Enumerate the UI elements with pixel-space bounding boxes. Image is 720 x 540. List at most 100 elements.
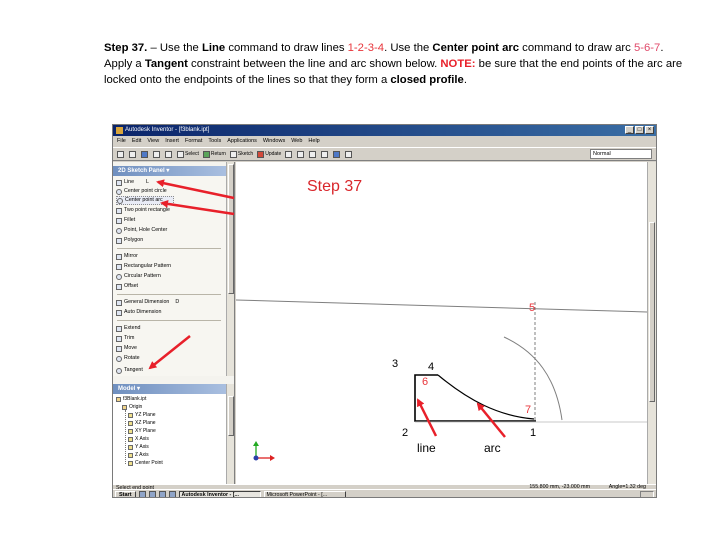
- color-icon: [345, 150, 353, 158]
- tree-item-xz-plane[interactable]: XZ Plane: [128, 420, 156, 427]
- start-button[interactable]: Start: [115, 490, 136, 497]
- menu-windows[interactable]: Windows: [263, 136, 285, 147]
- sketch-tool-auto-dimension[interactable]: Auto Dimension: [116, 308, 161, 317]
- look-at-button[interactable]: [320, 149, 330, 159]
- sketch-panel-title: 2D Sketch Panel: [118, 168, 165, 174]
- sketch-canvas[interactable]: Step 37 5 3 4 6 7 2 1 line arc: [236, 162, 647, 484]
- arc-icon: [117, 197, 123, 204]
- menu-file[interactable]: File: [117, 136, 126, 147]
- redo-button[interactable]: [164, 149, 174, 159]
- color-button[interactable]: [344, 149, 354, 159]
- scroll-thumb[interactable]: [649, 222, 655, 402]
- center-point-icon: [128, 461, 133, 466]
- tool-label: Tangent: [124, 367, 143, 373]
- panel-separator: [117, 320, 221, 321]
- point-2-label: 2: [402, 427, 409, 439]
- sketch-tool-offset[interactable]: Offset: [116, 282, 138, 291]
- menu-edit[interactable]: Edit: [132, 136, 141, 147]
- quicklaunch-icon[interactable]: [158, 491, 166, 497]
- update-icon: [257, 150, 265, 158]
- sketch-tool-extend[interactable]: Extend: [116, 324, 141, 333]
- tree-item-yz-plane[interactable]: YZ Plane: [128, 412, 156, 419]
- sketch-tool-circle[interactable]: Center point circle: [116, 187, 167, 196]
- menu-help[interactable]: Help: [308, 136, 319, 147]
- model-panel-header[interactable]: Model ▾: [113, 384, 226, 394]
- tree-item-x-axis[interactable]: X Axis: [128, 436, 149, 443]
- point-1-label: 1: [530, 427, 537, 439]
- fillet-icon: [116, 217, 122, 224]
- panel-separator: [117, 248, 221, 249]
- tree-item-center-point[interactable]: Center Point: [128, 460, 163, 467]
- menu-format[interactable]: Format: [185, 136, 202, 147]
- model-panel-scrollbar[interactable]: [226, 384, 234, 484]
- circ-pattern-icon: [116, 273, 122, 280]
- plane-icon: [128, 421, 133, 426]
- sketch-button[interactable]: Sketch: [229, 149, 254, 159]
- undo-button[interactable]: [152, 149, 162, 159]
- select-label: Select: [185, 151, 199, 157]
- sketch-tool-rectangle[interactable]: Two point rectangle: [116, 206, 170, 215]
- open-file-button[interactable]: [128, 149, 138, 159]
- save-button[interactable]: [140, 149, 150, 159]
- sketch-tool-tangent[interactable]: Tangent: [116, 366, 143, 375]
- tree-label: Z Axis: [135, 452, 149, 458]
- mirror-icon: [116, 253, 122, 260]
- menu-bar: File Edit View Insert Format Tools Appli…: [113, 136, 656, 147]
- sketch-tool-rect-pattern[interactable]: Rectangular Pattern: [116, 262, 171, 271]
- sketch-tool-rotate[interactable]: Rotate: [116, 354, 140, 363]
- pan-button[interactable]: [296, 149, 306, 159]
- browser-pane: 2D Sketch Panel ▾ Line L Center point cir…: [113, 162, 235, 484]
- sketch-tool-trim[interactable]: Trim: [116, 334, 134, 343]
- scroll-thumb[interactable]: [228, 396, 234, 436]
- return-button[interactable]: Return: [202, 149, 227, 159]
- style-dropdown[interactable]: Normal: [590, 149, 652, 159]
- quicklaunch-icon[interactable]: [168, 491, 176, 497]
- update-button[interactable]: Update: [256, 149, 282, 159]
- sketch-tool-move[interactable]: Move: [116, 344, 137, 353]
- sketch-tool-polygon[interactable]: Polygon: [116, 236, 143, 245]
- sketch-panel-header[interactable]: 2D Sketch Panel ▾: [113, 166, 226, 176]
- sketch-tool-circ-pattern[interactable]: Circular Pattern: [116, 272, 161, 281]
- point-icon: [116, 227, 122, 234]
- instruction-fragment: – Use the: [147, 42, 202, 54]
- tool-label: Auto Dimension: [124, 309, 162, 315]
- tree-item-part[interactable]: f3Blank.ipt: [116, 396, 146, 403]
- sketch-tool-fillet[interactable]: Fillet: [116, 216, 135, 225]
- taskbar-inventor[interactable]: Autodesk Inventor - [...: [178, 490, 261, 497]
- tool-label: Move: [124, 345, 137, 351]
- tree-label: Origin: [129, 404, 143, 410]
- sketch-tool-dimension[interactable]: General Dimension D: [116, 298, 179, 307]
- system-tray: [640, 491, 654, 497]
- sketch-panel-scrollbar[interactable]: [226, 162, 234, 376]
- tree-item-xy-plane[interactable]: XY Plane: [128, 428, 156, 435]
- close-button[interactable]: ×: [645, 126, 654, 134]
- sketch-tool-point[interactable]: Point, Hole Center: [116, 226, 167, 235]
- maximize-button[interactable]: □: [635, 126, 644, 134]
- menu-web[interactable]: Web: [291, 136, 302, 147]
- new-file-button[interactable]: [116, 149, 126, 159]
- quicklaunch-icon[interactable]: [138, 491, 146, 497]
- minimize-button[interactable]: _: [625, 126, 634, 134]
- taskbar-powerpoint[interactable]: Microsoft PowerPoint - [...: [263, 490, 346, 497]
- sketch-tool-center-arc[interactable]: Center point arc: [116, 196, 174, 205]
- point-6-label: 6: [422, 376, 429, 388]
- scroll-thumb[interactable]: [228, 164, 234, 294]
- style-value: Normal: [593, 151, 611, 157]
- closed-profile-term: closed profile: [390, 74, 464, 86]
- menu-view[interactable]: View: [147, 136, 159, 147]
- menu-tools[interactable]: Tools: [208, 136, 221, 147]
- canvas-vertical-scrollbar[interactable]: [647, 162, 656, 484]
- select-button[interactable]: Select: [176, 149, 200, 159]
- menu-applications[interactable]: Applications: [227, 136, 257, 147]
- quicklaunch-icon[interactable]: [148, 491, 156, 497]
- tree-item-y-axis[interactable]: Y Axis: [128, 444, 149, 451]
- zoom-button[interactable]: [284, 149, 294, 159]
- rect-pattern-icon: [116, 263, 122, 270]
- sketch-tool-line[interactable]: Line L: [116, 178, 149, 187]
- shortcut-key: D: [175, 299, 180, 305]
- sketch-tool-mirror[interactable]: Mirror: [116, 252, 138, 261]
- rotate-view-button[interactable]: [308, 149, 318, 159]
- display-mode-button[interactable]: [332, 149, 342, 159]
- tree-item-z-axis[interactable]: Z Axis: [128, 452, 149, 459]
- menu-insert[interactable]: Insert: [165, 136, 179, 147]
